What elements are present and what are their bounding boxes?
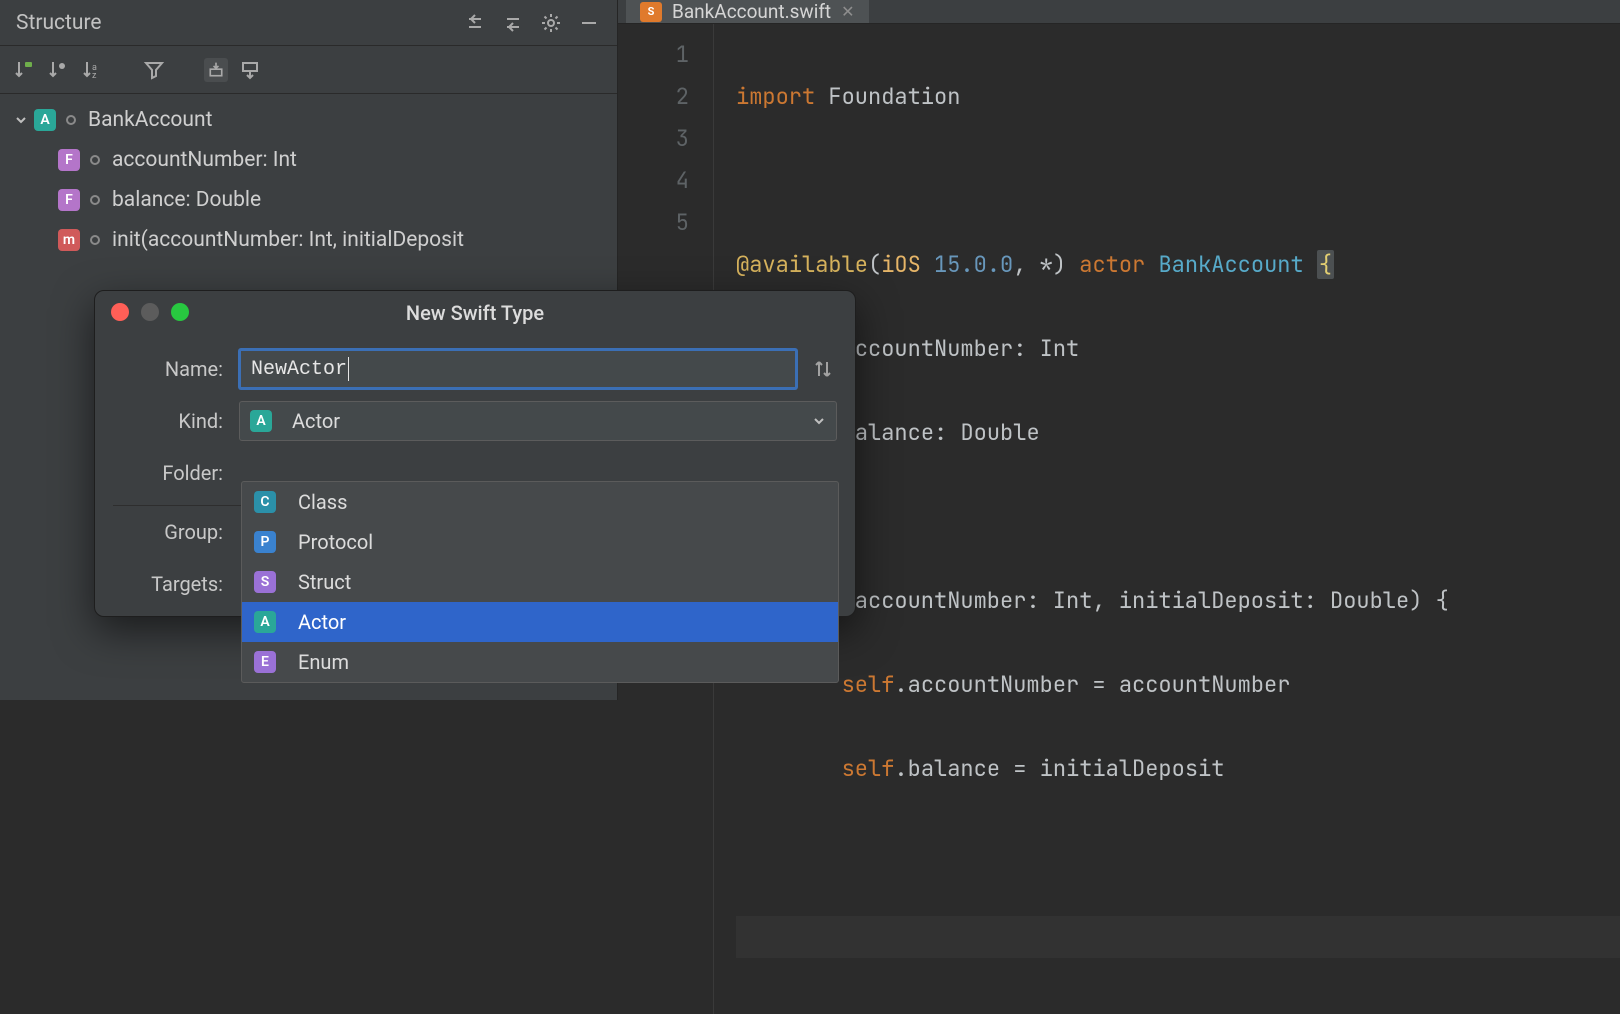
dropdown-item-class[interactable]: C Class [242, 482, 838, 522]
code-text: accountNumber: [828, 334, 1039, 363]
line-number: 1 [618, 34, 689, 76]
editor-tabbar: S BankAccount.swift ✕ [618, 0, 1620, 24]
name-input[interactable]: NewActor [239, 349, 797, 389]
text-cursor [348, 357, 349, 381]
structure-tree: A BankAccount F accountNumber: Int F bal… [0, 94, 617, 260]
chevron-down-icon [812, 414, 826, 428]
punct: , * [1013, 250, 1053, 279]
line-number: 3 [618, 118, 689, 160]
field-badge: F [58, 149, 80, 171]
keyword: import [736, 82, 815, 111]
dropdown-item-enum[interactable]: E Enum [242, 642, 838, 682]
code-text: (accountNumber: Int, initialDeposit: Dou… [842, 586, 1449, 615]
tree-node-method[interactable]: m init(accountNumber: Int, initialDeposi… [0, 220, 617, 260]
line-number: 4 [618, 160, 689, 202]
close-window-icon[interactable] [111, 303, 129, 321]
space [1145, 250, 1158, 279]
structure-title: Structure [10, 11, 102, 35]
dropdown-item-protocol[interactable]: P Protocol [242, 522, 838, 562]
node-label: balance: Double [112, 188, 261, 212]
dropdown-item-actor[interactable]: A Actor [242, 602, 838, 642]
node-label: accountNumber: Int [112, 148, 297, 172]
visibility-icon [90, 195, 100, 205]
actor-badge: A [250, 410, 272, 432]
tree-node-root[interactable]: A BankAccount [0, 100, 617, 140]
sort-toggle-icon[interactable] [813, 359, 837, 379]
protocol-badge: P [254, 531, 276, 553]
editor-tab[interactable]: S BankAccount.swift ✕ [626, 0, 869, 23]
class-badge: C [254, 491, 276, 513]
close-icon[interactable]: ✕ [841, 2, 854, 21]
identifier: iOS [881, 250, 934, 279]
method-badge: m [58, 229, 80, 251]
expand-all-icon[interactable] [463, 11, 487, 35]
number: 15.0.0 [934, 250, 1013, 279]
visibility-icon [90, 155, 100, 165]
tree-node-field[interactable]: F accountNumber: Int [0, 140, 617, 180]
maximize-window-icon[interactable] [171, 303, 189, 321]
type: Int [1040, 334, 1080, 363]
autoscroll-to-source-icon[interactable] [204, 58, 228, 82]
line-number: 2 [618, 76, 689, 118]
new-swift-type-dialog: New Swift Type Name: NewActor Kind: A Ac… [94, 290, 856, 617]
kind-combobox[interactable]: A Actor [239, 401, 837, 441]
brace: { [1317, 250, 1334, 279]
filter-icon[interactable] [142, 58, 166, 82]
input-value: NewActor [251, 358, 347, 381]
keyword: self [842, 670, 895, 699]
structure-toolbar: az [0, 46, 617, 94]
visibility-icon [90, 235, 100, 245]
identifier: Foundation [815, 82, 960, 111]
field-badge: F [58, 189, 80, 211]
group-label: Group: [113, 520, 223, 544]
annotation: @available [736, 250, 868, 279]
folder-label: Folder: [113, 461, 223, 485]
option-label: Actor [298, 610, 346, 634]
option-label: Struct [298, 570, 351, 594]
autoscroll-from-source-icon[interactable] [238, 58, 262, 82]
option-label: Class [298, 490, 347, 514]
sort-type-icon[interactable] [46, 58, 70, 82]
code-text: .balance = initialDeposit [894, 754, 1224, 783]
option-label: Enum [298, 650, 349, 674]
node-label: init(accountNumber: Int, initialDeposit [112, 228, 464, 252]
minimize-window-icon[interactable] [141, 303, 159, 321]
tab-filename: BankAccount.swift [672, 0, 831, 23]
code-text: .accountNumber = accountNumber [894, 670, 1290, 699]
punct: ( [868, 250, 881, 279]
structure-header: Structure [0, 0, 617, 46]
line-number: 5 [618, 202, 689, 244]
option-label: Protocol [298, 530, 373, 554]
sort-alpha-icon[interactable]: az [80, 58, 104, 82]
dialog-title: New Swift Type [406, 301, 544, 325]
chevron-down-icon[interactable] [14, 113, 34, 127]
name-label: Name: [113, 357, 223, 381]
dropdown-item-struct[interactable]: S Struct [242, 562, 838, 602]
node-label: BankAccount [88, 108, 212, 132]
tree-node-field[interactable]: F balance: Double [0, 180, 617, 220]
minimize-icon[interactable] [577, 11, 601, 35]
swift-file-icon: S [640, 2, 662, 22]
visibility-icon [66, 115, 76, 125]
punct: ) [1053, 250, 1079, 279]
gear-icon[interactable] [539, 11, 563, 35]
targets-label: Targets: [113, 572, 223, 596]
collapse-all-icon[interactable] [501, 11, 525, 35]
keyword: self [842, 754, 895, 783]
struct-badge: S [254, 571, 276, 593]
combo-value: Actor [292, 409, 340, 433]
actor-badge: A [34, 109, 56, 131]
actor-badge: A [254, 611, 276, 633]
keyword: actor [1079, 250, 1145, 279]
dialog-titlebar[interactable]: New Swift Type [95, 291, 855, 335]
enum-badge: E [254, 651, 276, 673]
type: Double [960, 418, 1039, 447]
kind-label: Kind: [113, 409, 223, 433]
kind-dropdown: C Class P Protocol S Struct A Actor E En… [241, 481, 839, 683]
type: BankAccount [1158, 250, 1303, 279]
sort-visibility-icon[interactable] [12, 58, 36, 82]
svg-text:z: z [92, 71, 97, 81]
